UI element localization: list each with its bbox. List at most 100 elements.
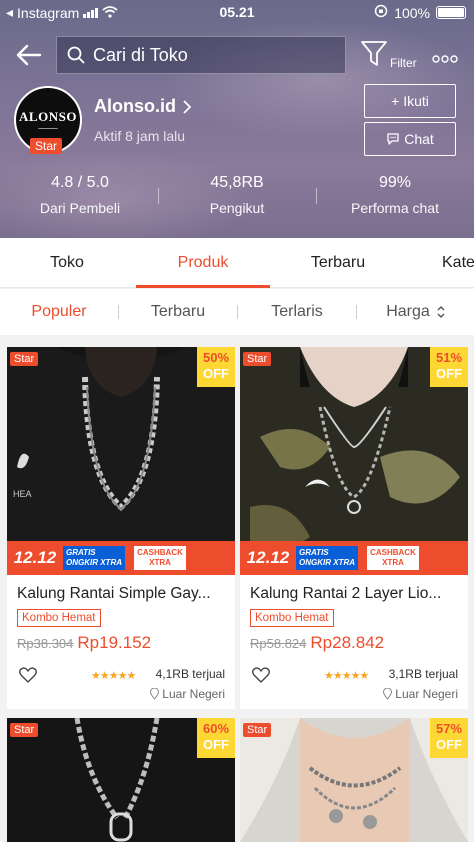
battery-percent: 100% (394, 4, 430, 21)
sold-count: 4,1RB terjual (155, 667, 225, 681)
promo-banner: 12.12 GRATIS ONGKIR XTRA CASHBACK XTRA (7, 541, 235, 575)
shop-search-input[interactable]: Cari di Toko (56, 36, 346, 74)
chat-button[interactable]: Chat (364, 122, 456, 156)
stat-label: Dari Pembeli (39, 200, 121, 216)
location-pin-icon (150, 688, 160, 700)
product-image[interactable]: Star 51% OFF 12.12 GRATIS ONGKIR XTRA CA… (240, 347, 468, 575)
free-shipping-badge: GRATIS ONGKIR XTRA (296, 546, 358, 570)
star-badge: Star (10, 723, 39, 737)
tab-kategori[interactable]: Kate (420, 238, 474, 288)
stat-label: Performa chat (351, 200, 439, 216)
stat-value: 99% (378, 174, 412, 191)
discount-percent: 57% (435, 721, 463, 736)
chevron-right-icon (183, 99, 192, 114)
discount-off-label: OFF (436, 366, 462, 381)
heart-icon[interactable] (19, 667, 37, 688)
sort-harga[interactable]: Harga (357, 289, 474, 335)
location-label: Luar Negeri (395, 687, 458, 701)
location: Luar Negeri (383, 687, 458, 701)
star-seller-badge: Star (30, 138, 63, 154)
sold-count: 3,1RB terjual (388, 667, 458, 681)
filter-button[interactable]: Filter (360, 40, 424, 72)
free-shipping-badge: GRATIS ONGKIR XTRA (63, 546, 125, 570)
orientation-lock-icon (374, 4, 388, 21)
price-row: Rp38.304 Rp19.152 (17, 633, 151, 653)
stat-divider (316, 188, 317, 204)
star-badge: Star (243, 352, 272, 366)
cashback-badge: CASHBACK XTRA (133, 545, 187, 571)
more-options-icon[interactable] (432, 46, 458, 69)
active-status: Aktif 8 jam lalu (94, 128, 186, 144)
chat-bubble-icon (387, 133, 399, 145)
search-placeholder: Cari di Toko (93, 44, 188, 65)
tab-terbaru[interactable]: Terbaru (271, 238, 405, 288)
discount-off-label: OFF (203, 737, 229, 752)
product-card[interactable]: Star 51% OFF 12.12 GRATIS ONGKIR XTRA CA… (240, 347, 468, 709)
discount-badge: 51% OFF (430, 347, 468, 387)
stat-followers: 45,8RB Pengikut (167, 174, 307, 216)
discount-percent: 60% (202, 721, 230, 736)
stat-divider (158, 188, 159, 204)
active-tab-indicator (136, 285, 270, 288)
original-price: Rp58.824 (250, 636, 307, 651)
sort-terlaris[interactable]: Terlaris (238, 289, 356, 335)
battery-icon (436, 6, 466, 19)
location-label: Luar Negeri (162, 687, 225, 701)
funnel-icon (361, 41, 387, 66)
star-badge: Star (10, 352, 39, 366)
discount-percent: 50% (202, 350, 230, 365)
tab-toko[interactable]: Toko (0, 238, 134, 288)
product-title[interactable]: Kalung Rantai Simple Gay... (17, 585, 227, 603)
sale-price: Rp28.842 (310, 633, 385, 652)
cashback-badge: CASHBACK XTRA (366, 545, 420, 571)
heart-icon[interactable] (252, 667, 270, 688)
promo-banner: 12.12 GRATIS ONGKIR XTRA CASHBACK XTRA (240, 541, 468, 575)
svg-text:HEA: HEA (13, 489, 32, 499)
discount-off-label: OFF (436, 737, 462, 752)
status-bar: ◂ Instagram 05.21 100% (0, 0, 474, 26)
product-title[interactable]: Kalung Rantai 2 Layer Lio... (250, 585, 460, 603)
shop-header: ◂ Instagram 05.21 100% Cari di Toko Filt… (0, 0, 474, 238)
location-pin-icon (383, 688, 393, 700)
original-price: Rp38.304 (17, 636, 74, 651)
search-icon (67, 46, 85, 64)
shop-name-link[interactable]: Alonso.id (94, 96, 192, 117)
shop-name: Alonso.id (94, 96, 176, 116)
shop-tabs: Toko Produk Terbaru Kate (0, 238, 474, 288)
stat-chat-performance: 99% Performa chat (325, 174, 465, 216)
star-badge: Star (243, 723, 272, 737)
rating-stars: ★★★★★ (324, 670, 369, 682)
sort-populer[interactable]: Populer (0, 289, 118, 335)
bundle-tag: Kombo Hemat (250, 609, 334, 627)
discount-percent: 51% (435, 350, 463, 365)
location: Luar Negeri (150, 687, 225, 701)
stat-value: 4.8 / 5.0 (51, 174, 109, 191)
sort-bar: Populer Terbaru Terlaris Harga (0, 289, 474, 335)
shop-logo-decoration: ━━━━━━━━ (38, 126, 58, 131)
price-row: Rp58.824 Rp28.842 (250, 633, 384, 653)
sort-harga-label: Harga (386, 303, 430, 320)
follow-button[interactable]: + Ikuti (364, 84, 456, 118)
product-card[interactable]: Star 57% OFF (240, 718, 468, 842)
stat-rating: 4.8 / 5.0 Dari Pembeli (10, 174, 150, 216)
status-right: 100% (374, 4, 466, 21)
product-image[interactable]: Star 57% OFF (240, 718, 468, 842)
discount-badge: 60% OFF (197, 718, 235, 758)
sale-price: Rp19.152 (77, 633, 152, 652)
promo-date: 12.12 (13, 548, 57, 567)
back-button[interactable] (14, 40, 44, 70)
sort-terbaru[interactable]: Terbaru (119, 289, 237, 335)
discount-badge: 57% OFF (430, 718, 468, 758)
product-image[interactable]: HEA Star 50% OFF 12.12 GRATIS ONGKIR XTR… (7, 347, 235, 575)
product-card[interactable]: Star 60% OFF (7, 718, 235, 842)
tab-produk[interactable]: Produk (136, 238, 270, 288)
stat-value: 45,8RB (210, 174, 264, 191)
product-image[interactable]: Star 60% OFF (7, 718, 235, 842)
chat-label: Chat (404, 131, 434, 147)
rating-stars: ★★★★★ (91, 670, 136, 682)
sort-arrows-icon (437, 306, 445, 318)
shop-logo-text: ALONSO (19, 109, 77, 124)
arrow-left-icon (16, 44, 42, 66)
stat-label: Pengikut (209, 200, 265, 216)
product-card[interactable]: HEA Star 50% OFF 12.12 GRATIS ONGKIR XTR… (7, 347, 235, 709)
